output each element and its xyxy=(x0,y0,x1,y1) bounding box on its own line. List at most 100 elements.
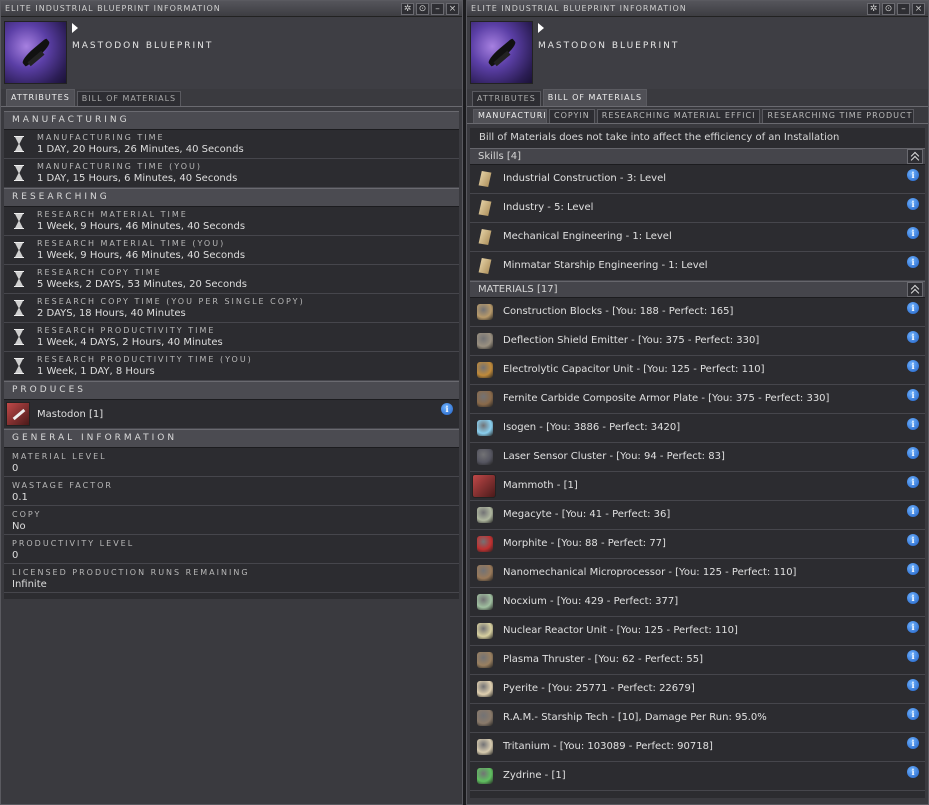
attribute-value: 1 Week, 4 DAYS, 2 Hours, 40 Minutes xyxy=(37,337,223,348)
material-row[interactable]: Megacyte - [You: 41 - Perfect: 36] i xyxy=(470,501,925,530)
info-icon[interactable]: i xyxy=(907,198,919,210)
section-produces[interactable]: PRODUCES xyxy=(4,381,459,400)
section-general-information[interactable]: GENERAL INFORMATION xyxy=(4,429,459,448)
material-text: R.A.M.- Starship Tech - [10], Damage Per… xyxy=(503,712,767,723)
blueprint-thumbnail[interactable] xyxy=(4,21,67,84)
skills-section-header[interactable]: Skills [4] xyxy=(470,148,925,165)
main-tabs: ATTRIBUTES BILL OF MATERIALS xyxy=(1,89,462,107)
attribute-value: 1 Week, 1 DAY, 8 Hours xyxy=(37,366,155,377)
item-name: MASTODON BLUEPRINT xyxy=(538,41,680,51)
attribute-label: MANUFACTURING TIME xyxy=(37,133,165,142)
general-row: PRODUCTIVITY LEVEL 0 xyxy=(4,535,459,564)
info-icon[interactable]: i xyxy=(907,389,919,401)
info-icon[interactable]: i xyxy=(907,476,919,488)
info-icon[interactable]: i xyxy=(907,563,919,575)
info-icon[interactable]: i xyxy=(907,592,919,604)
info-icon[interactable]: i xyxy=(907,227,919,239)
material-row[interactable]: Plasma Thruster - [You: 62 - Perfect: 55… xyxy=(470,646,925,675)
material-row[interactable]: Deflection Shield Emitter - [You: 375 - … xyxy=(470,327,925,356)
materials-section-header[interactable]: MATERIALS [17] xyxy=(470,281,925,298)
info-icon[interactable]: i xyxy=(907,737,919,749)
info-icon[interactable]: i xyxy=(907,256,919,268)
blueprint-thumbnail[interactable] xyxy=(470,21,533,84)
subtab-researching-material-efficiency[interactable]: RESEARCHING MATERIAL EFFICI xyxy=(596,109,761,123)
info-icon[interactable]: i xyxy=(907,418,919,430)
material-row[interactable]: Nocxium - [You: 429 - Perfect: 377] i xyxy=(470,588,925,617)
subtab-copying[interactable]: COPYIN xyxy=(549,109,595,123)
general-row: LICENSED PRODUCTION RUNS REMAINING Infin… xyxy=(4,564,459,593)
attribute-value: 1 DAY, 20 Hours, 26 Minutes, 40 Seconds xyxy=(37,144,244,155)
material-text: Pyerite - [You: 25771 - Perfect: 22679] xyxy=(503,683,695,694)
material-row[interactable]: Zydrine - [1] i xyxy=(470,762,925,791)
info-icon[interactable]: i xyxy=(907,679,919,691)
blueprint-info-window-materials: ELITE INDUSTRIAL BLUEPRINT INFORMATION ✲… xyxy=(466,0,929,805)
skill-row[interactable]: Minmatar Starship Engineering - 1: Level… xyxy=(470,252,925,281)
material-row[interactable]: Nanomechanical Microprocessor - [You: 12… xyxy=(470,559,925,588)
info-icon[interactable]: i xyxy=(907,331,919,343)
pyerite-icon xyxy=(477,681,493,697)
material-text: Isogen - [You: 3886 - Perfect: 3420] xyxy=(503,422,681,433)
attribute-label: RESEARCH COPY TIME (YOU PER SINGLE COPY) xyxy=(37,297,305,306)
reactor-unit-icon xyxy=(477,623,493,639)
skill-row[interactable]: Industry - 5: Level i xyxy=(470,194,925,223)
attribute-label: RESEARCH COPY TIME xyxy=(37,268,162,277)
attribute-label: RESEARCH PRODUCTIVITY TIME (YOU) xyxy=(37,355,253,364)
hourglass-icon xyxy=(14,165,24,181)
close-icon[interactable]: × xyxy=(912,2,925,15)
play-arrow-icon[interactable] xyxy=(72,23,78,33)
section-researching[interactable]: RESEARCHING xyxy=(4,188,459,207)
info-icon[interactable]: i xyxy=(907,505,919,517)
subtab-manufacturing[interactable]: MANUFACTURI xyxy=(473,109,547,123)
subtab-researching-time-productivity[interactable]: RESEARCHING TIME PRODUCTI xyxy=(762,109,915,123)
material-row[interactable]: Mammoth - [1] i xyxy=(470,472,925,501)
material-row[interactable]: Laser Sensor Cluster - [You: 94 - Perfec… xyxy=(470,443,925,472)
skill-row[interactable]: Industrial Construction - 3: Level i xyxy=(470,165,925,194)
collapse-icon[interactable] xyxy=(907,282,923,297)
info-icon[interactable]: i xyxy=(907,708,919,720)
material-row[interactable]: Construction Blocks - [You: 188 - Perfec… xyxy=(470,298,925,327)
play-arrow-icon[interactable] xyxy=(538,23,544,33)
material-row[interactable]: Fernite Carbide Composite Armor Plate - … xyxy=(470,385,925,414)
bill-of-materials-panel: Bill of Materials does not take into aff… xyxy=(470,128,925,798)
general-value: No xyxy=(12,521,26,532)
hourglass-icon xyxy=(14,136,24,152)
skill-text: Industrial Construction - 3: Level xyxy=(503,173,667,184)
material-row[interactable]: Isogen - [You: 3886 - Perfect: 3420] i xyxy=(470,414,925,443)
info-icon[interactable]: i xyxy=(907,766,919,778)
pin-icon[interactable]: ✲ xyxy=(867,2,880,15)
material-row[interactable]: Electrolytic Capacitor Unit - [You: 125 … xyxy=(470,356,925,385)
info-icon[interactable]: i xyxy=(907,621,919,633)
options-icon[interactable]: ⊙ xyxy=(882,2,895,15)
material-row[interactable]: Tritanium - [You: 103089 - Perfect: 9071… xyxy=(470,733,925,762)
skill-row[interactable]: Mechanical Engineering - 1: Level i xyxy=(470,223,925,252)
material-row[interactable]: Morphite - [You: 88 - Perfect: 77] i xyxy=(470,530,925,559)
section-manufacturing[interactable]: MANUFACTURING xyxy=(4,111,459,130)
pin-icon[interactable]: ✲ xyxy=(401,2,414,15)
material-row[interactable]: Pyerite - [You: 25771 - Perfect: 22679] i xyxy=(470,675,925,704)
tab-bill-of-materials[interactable]: BILL OF MATERIALS xyxy=(542,89,648,106)
material-row[interactable]: Nuclear Reactor Unit - [You: 125 - Perfe… xyxy=(470,617,925,646)
collapse-icon[interactable] xyxy=(907,149,923,164)
info-icon[interactable]: i xyxy=(441,403,453,415)
tab-bill-of-materials[interactable]: BILL OF MATERIALS xyxy=(76,91,182,106)
material-row[interactable]: R.A.M.- Starship Tech - [10], Damage Per… xyxy=(470,704,925,733)
minimize-icon[interactable]: – xyxy=(897,2,910,15)
mastodon-ship-icon[interactable] xyxy=(6,402,30,426)
nocxium-icon xyxy=(477,594,493,610)
info-icon[interactable]: i xyxy=(907,360,919,372)
tab-attributes[interactable]: ATTRIBUTES xyxy=(472,91,541,106)
info-icon[interactable]: i xyxy=(907,650,919,662)
options-icon[interactable]: ⊙ xyxy=(416,2,429,15)
info-icon[interactable]: i xyxy=(907,169,919,181)
produced-item-row[interactable]: Mastodon [1] i xyxy=(4,400,459,429)
info-icon[interactable]: i xyxy=(907,302,919,314)
minimize-icon[interactable]: – xyxy=(431,2,444,15)
attribute-label: RESEARCH MATERIAL TIME xyxy=(37,210,188,219)
window-titlebar[interactable]: ELITE INDUSTRIAL BLUEPRINT INFORMATION ✲… xyxy=(1,1,462,17)
tab-attributes[interactable]: ATTRIBUTES xyxy=(6,89,75,106)
megacyte-icon xyxy=(477,507,493,523)
info-icon[interactable]: i xyxy=(907,447,919,459)
info-icon[interactable]: i xyxy=(907,534,919,546)
window-titlebar[interactable]: ELITE INDUSTRIAL BLUEPRINT INFORMATION ✲… xyxy=(467,1,928,17)
close-icon[interactable]: × xyxy=(446,2,459,15)
